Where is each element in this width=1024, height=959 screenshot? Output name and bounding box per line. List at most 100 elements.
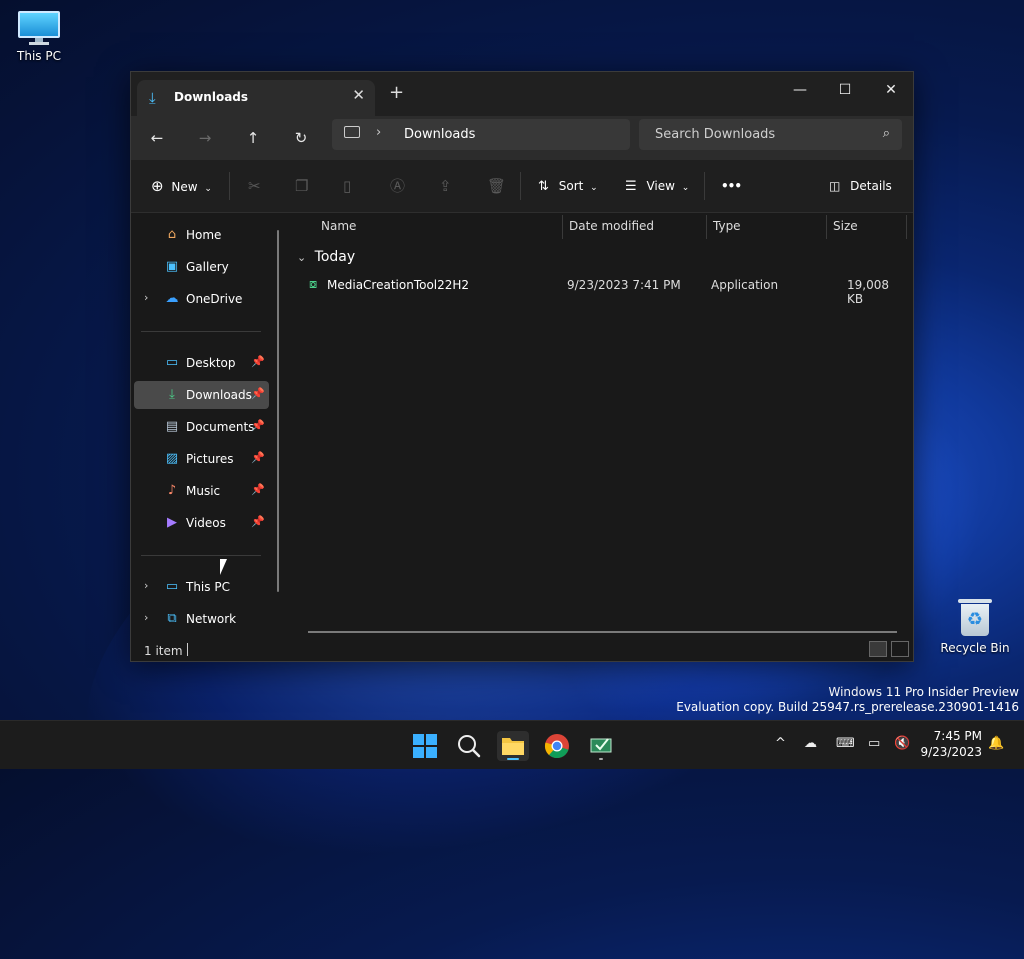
group-header-today[interactable]: ⌄ Today <box>297 249 355 265</box>
pin-icon[interactable]: 📌 <box>251 387 265 400</box>
file-explorer-window: ⤓ Downloads ✕ + — ☐ ✕ ← → ↑ ↻ › Download… <box>130 71 914 662</box>
details-view-icon[interactable] <box>869 641 887 657</box>
new-tab-button[interactable]: + <box>389 82 404 103</box>
sidebar-item-home[interactable]: ⌂ Home <box>134 221 269 249</box>
file-date: 9/23/2023 7:41 PM <box>567 278 681 292</box>
minimize-button[interactable]: — <box>777 76 823 104</box>
close-button[interactable]: ✕ <box>868 76 914 104</box>
chevron-right-icon[interactable]: › <box>376 125 381 140</box>
navigation-pane-scrollbar[interactable] <box>277 230 279 592</box>
sidebar-item-documents[interactable]: ▤ Documents 📌 <box>134 413 269 441</box>
column-header-name[interactable]: Name <box>321 213 356 239</box>
column-divider[interactable] <box>706 215 707 239</box>
system-clock[interactable]: 7:45 PM 9/23/2023 <box>920 728 982 760</box>
volume-muted-icon[interactable]: 🔇 <box>894 736 910 751</box>
sidebar-item-gallery[interactable]: ▣ Gallery <box>134 253 269 281</box>
file-explorer-icon[interactable] <box>497 731 529 761</box>
forward-button[interactable]: → <box>191 126 219 150</box>
sidebar-item-label: This PC <box>186 580 230 594</box>
sidebar-item-downloads[interactable]: ⤓ Downloads 📌 <box>134 381 269 409</box>
pin-icon[interactable]: 📌 <box>251 355 265 368</box>
tab-downloads[interactable]: ⤓ Downloads ✕ <box>137 80 375 116</box>
media-creation-tool-icon[interactable] <box>585 731 617 761</box>
computer-icon <box>344 126 360 138</box>
column-header-date-modified[interactable]: Date modified <box>569 213 654 239</box>
column-header-type[interactable]: Type <box>713 213 741 239</box>
new-button[interactable]: ⊕ New ⌄ <box>151 176 212 196</box>
search-icon[interactable] <box>453 731 485 761</box>
breadcrumb-downloads[interactable]: Downloads <box>404 127 475 142</box>
group-label: Today <box>314 249 356 265</box>
clock-time: 7:45 PM <box>933 729 982 743</box>
column-divider[interactable] <box>562 215 563 239</box>
keyboard-icon[interactable]: ⌨ <box>836 736 855 751</box>
chevron-down-icon: ⌄ <box>204 184 212 194</box>
pin-icon[interactable]: 📌 <box>251 515 265 528</box>
share-icon[interactable]: ⇪ <box>439 176 452 196</box>
desktop-icon-this-pc[interactable]: This PC <box>3 11 75 63</box>
onedrive-tray-icon[interactable]: ☁ <box>804 736 817 751</box>
sidebar-item-desktop[interactable]: ▭ Desktop 📌 <box>134 349 269 377</box>
tab-close-button[interactable]: ✕ <box>352 86 365 104</box>
pin-icon[interactable]: 📌 <box>251 419 265 432</box>
chrome-icon[interactable] <box>541 731 573 761</box>
sort-button[interactable]: ⇅ Sort ⌄ <box>538 176 598 196</box>
mouse-cursor <box>220 559 227 575</box>
sidebar-item-videos[interactable]: ▶ Videos 📌 <box>134 509 269 537</box>
cut-icon[interactable]: ✂ <box>248 176 261 196</box>
pin-icon[interactable]: 📌 <box>251 483 265 496</box>
sidebar-item-this-pc[interactable]: › ▭ This PC <box>134 573 269 601</box>
start-icon[interactable] <box>409 731 441 761</box>
pin-icon[interactable]: 📌 <box>251 451 265 464</box>
copy-icon[interactable]: ❐ <box>295 176 308 196</box>
back-button[interactable]: ← <box>143 126 171 150</box>
chevron-right-icon[interactable]: › <box>144 291 148 304</box>
notification-bell-icon[interactable]: 🔔 <box>988 736 1004 751</box>
sidebar-item-onedrive[interactable]: › ☁ OneDrive <box>134 285 269 313</box>
more-options-button[interactable]: ••• <box>721 176 742 196</box>
column-divider[interactable] <box>906 215 907 239</box>
address-bar[interactable]: › Downloads <box>332 119 630 150</box>
sort-icon: ⇅ <box>538 179 549 194</box>
file-name: MediaCreationTool22H2 <box>327 278 470 292</box>
column-header-size[interactable]: Size <box>833 213 858 239</box>
sidebar-item-label: OneDrive <box>186 292 243 306</box>
watermark-line-2: Evaluation copy. Build 25947.rs_prerelea… <box>676 700 1019 714</box>
view-button[interactable]: ☰ View ⌄ <box>625 176 689 196</box>
network-icon: ⧉ <box>167 611 177 626</box>
sidebar-item-label: Downloads <box>186 388 252 402</box>
chevron-down-icon: ⌄ <box>681 183 690 193</box>
maximize-button[interactable]: ☐ <box>822 76 868 104</box>
horizontal-scrollbar[interactable] <box>308 631 897 633</box>
up-button[interactable]: ↑ <box>239 126 267 150</box>
chevron-right-icon[interactable]: › <box>144 611 148 624</box>
navigation-pane: ⌂ Home ▣ Gallery › ☁ OneDrive ▭ Desktop … <box>131 213 289 633</box>
details-button[interactable]: ◫ Details <box>829 176 892 196</box>
network-tray-icon[interactable]: ▭ <box>868 736 880 751</box>
search-icon[interactable]: ⌕ <box>883 126 890 141</box>
search-box[interactable]: ⌕ <box>639 119 902 150</box>
column-divider[interactable] <box>826 215 827 239</box>
desktop-icon: ▭ <box>165 355 179 370</box>
music-icon: ♪ <box>167 483 177 498</box>
computer-icon <box>18 11 60 45</box>
sidebar-divider <box>141 331 261 332</box>
sidebar-item-label: Home <box>186 228 222 242</box>
delete-icon[interactable]: 🗑 <box>487 176 506 196</box>
refresh-button[interactable]: ↻ <box>287 126 315 150</box>
large-icons-view-icon[interactable] <box>891 641 909 657</box>
show-hidden-icons-button[interactable]: ^ <box>775 736 786 751</box>
chevron-right-icon[interactable]: › <box>144 579 148 592</box>
chevron-down-icon: ⌄ <box>590 183 598 193</box>
application-icon: ⧇ <box>309 277 318 292</box>
sidebar-item-pictures[interactable]: ▨ Pictures 📌 <box>134 445 269 473</box>
sidebar-item-network[interactable]: › ⧉ Network <box>134 605 269 633</box>
sidebar-item-music[interactable]: ♪ Music 📌 <box>134 477 269 505</box>
search-input[interactable] <box>653 126 867 143</box>
paste-icon[interactable]: ▯ <box>343 176 351 196</box>
toolbar-divider <box>229 172 230 200</box>
file-row[interactable]: ⧇ MediaCreationTool22H2 9/23/2023 7:41 P… <box>301 275 905 306</box>
rename-icon[interactable]: Ⓐ <box>390 176 405 196</box>
desktop-icon-recycle-bin[interactable]: ♻ Recycle Bin <box>939 597 1011 655</box>
title-bar: ⤓ Downloads ✕ + — ☐ ✕ <box>131 72 913 116</box>
